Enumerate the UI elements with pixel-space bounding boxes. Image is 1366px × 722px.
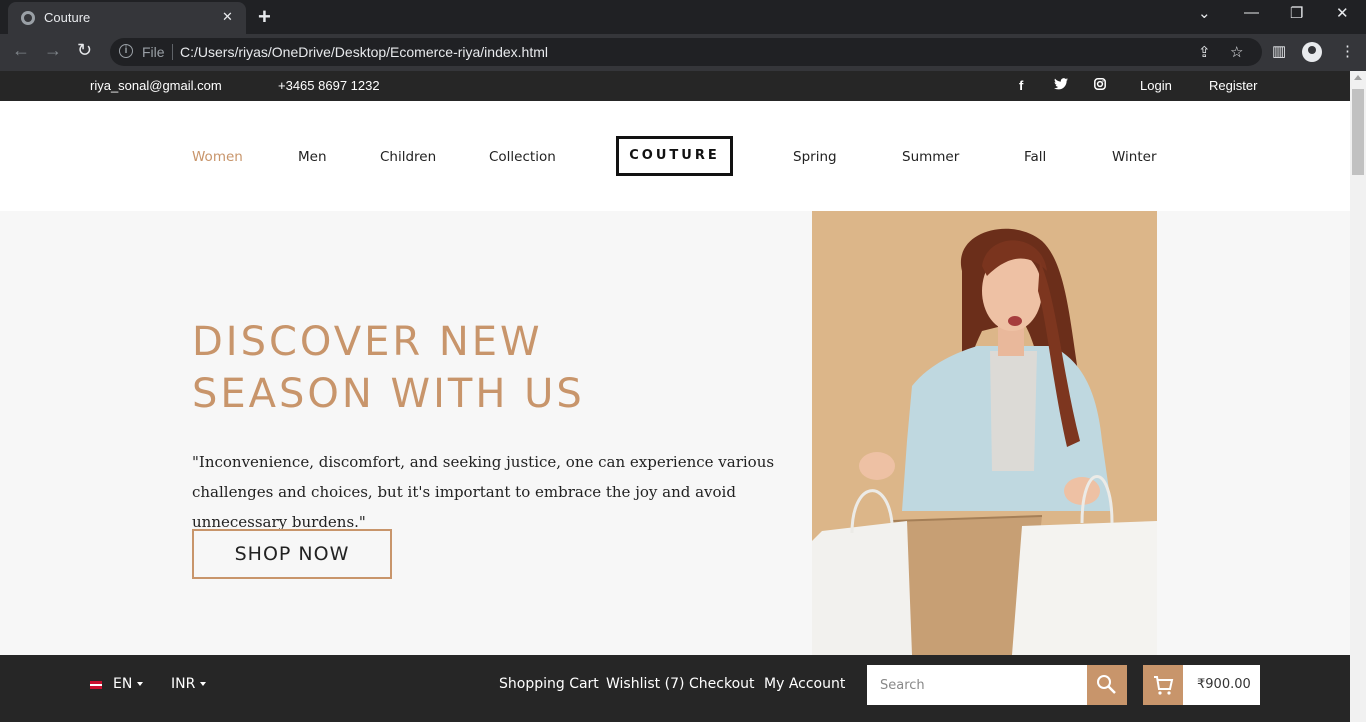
nav-men[interactable]: Men	[298, 149, 327, 165]
globe-icon	[21, 11, 35, 25]
scroll-thumb[interactable]	[1352, 89, 1364, 175]
instagram-icon[interactable]	[1094, 78, 1106, 93]
register-link[interactable]: Register	[1209, 78, 1257, 93]
nav-winter[interactable]: Winter	[1112, 149, 1157, 165]
nav-collection[interactable]: Collection	[489, 149, 556, 165]
reload-icon[interactable]: ↻	[77, 40, 92, 61]
cart-button[interactable]	[1143, 665, 1183, 705]
minimize-icon[interactable]: —	[1244, 4, 1259, 21]
contact-topbar: riya_sonal@gmail.com +3465 8697 1232 f L…	[0, 71, 1350, 101]
hero-model-image	[812, 211, 1157, 655]
hero-title-line2: SEASON WITH US	[192, 371, 585, 417]
hero-section: DISCOVER NEW SEASON WITH US "Inconvenien…	[0, 211, 1350, 655]
contact-phone[interactable]: +3465 8697 1232	[278, 78, 380, 93]
nav-fall[interactable]: Fall	[1024, 149, 1046, 165]
side-panel-icon[interactable]: ▥	[1272, 42, 1286, 60]
contact-email[interactable]: riya_sonal@gmail.com	[90, 78, 222, 93]
checkout-link[interactable]: Checkout	[689, 676, 755, 692]
tab-title: Couture	[44, 10, 91, 25]
share-icon[interactable]: ⇪	[1198, 43, 1211, 61]
browser-tabbar: Couture ✕ + ⌄ — ❐ ✕	[0, 0, 1366, 34]
search-input[interactable]	[867, 665, 1087, 705]
new-tab-icon[interactable]: +	[258, 4, 271, 30]
url-scheme: File	[142, 44, 165, 60]
login-link[interactable]: Login	[1140, 78, 1172, 93]
back-icon[interactable]: ←	[12, 40, 30, 61]
facebook-icon[interactable]: f	[1019, 78, 1023, 93]
forward-icon[interactable]: →	[44, 40, 62, 61]
menu-kebab-icon[interactable]: ⋮	[1340, 42, 1355, 60]
hero-quote: "Inconvenience, discomfort, and seeking …	[192, 453, 775, 531]
bookmark-star-icon[interactable]: ☆	[1230, 43, 1243, 61]
info-icon[interactable]: i	[119, 44, 133, 58]
nav-women[interactable]: Women	[192, 149, 243, 165]
scroll-up-arrow-icon[interactable]	[1354, 75, 1362, 80]
wishlist-link[interactable]: Wishlist (7)	[606, 676, 684, 692]
chevron-down-icon	[137, 682, 144, 686]
close-window-icon[interactable]: ✕	[1336, 4, 1349, 22]
cart-total[interactable]: ₹900.00	[1183, 665, 1260, 705]
hero-title: DISCOVER NEW SEASON WITH US	[192, 316, 585, 420]
url-divider	[172, 44, 173, 60]
close-tab-icon[interactable]: ✕	[222, 9, 233, 25]
utility-bar: EN INR Shopping Cart Wishlist (7) Checko…	[0, 655, 1350, 722]
page-scrollbar[interactable]	[1350, 71, 1366, 722]
nav-children[interactable]: Children	[380, 149, 436, 165]
nav-spring[interactable]: Spring	[793, 149, 837, 165]
currency-value: INR	[171, 676, 196, 692]
shop-now-button[interactable]: SHOP NOW	[192, 529, 392, 579]
tab-search-icon[interactable]: ⌄	[1198, 4, 1211, 22]
browser-toolbar: ← → ↻ i File C:/Users/riyas/OneDrive/Des…	[0, 34, 1366, 71]
page-viewport: riya_sonal@gmail.com +3465 8697 1232 f L…	[0, 71, 1350, 722]
main-navigation: Women Men Children Collection COUTURE Sp…	[0, 101, 1350, 211]
browser-tab[interactable]: Couture ✕	[8, 2, 246, 34]
language-value: EN	[113, 676, 133, 692]
uk-flag-icon	[90, 681, 102, 689]
search-button[interactable]	[1087, 665, 1127, 705]
twitter-icon[interactable]	[1054, 78, 1068, 93]
shopping-cart-link[interactable]: Shopping Cart	[499, 676, 599, 692]
restore-icon[interactable]: ❐	[1290, 4, 1303, 22]
address-bar[interactable]: i File C:/Users/riyas/OneDrive/Desktop/E…	[110, 38, 1262, 66]
search-icon	[1097, 675, 1116, 694]
language-selector[interactable]: EN	[113, 676, 144, 692]
site-logo[interactable]: COUTURE	[616, 136, 733, 176]
currency-selector[interactable]: INR	[171, 676, 207, 692]
profile-avatar-icon[interactable]	[1302, 42, 1322, 62]
cart-icon	[1154, 676, 1174, 695]
url-text[interactable]: C:/Users/riyas/OneDrive/Desktop/Ecomerce…	[180, 44, 548, 60]
my-account-link[interactable]: My Account	[764, 676, 845, 692]
nav-summer[interactable]: Summer	[902, 149, 959, 165]
chevron-down-icon	[200, 682, 207, 686]
hero-title-line1: DISCOVER NEW	[192, 319, 543, 365]
